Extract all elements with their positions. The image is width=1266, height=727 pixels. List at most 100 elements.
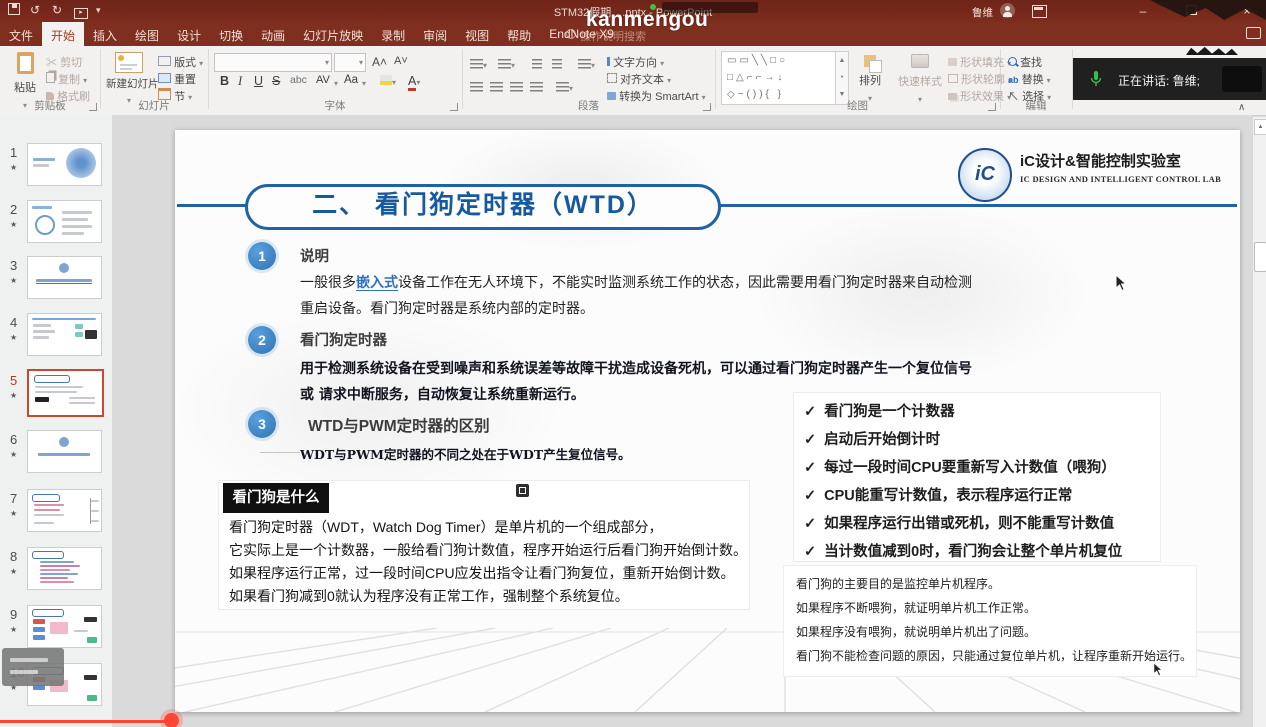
numbering-button[interactable]: ▾: [498, 55, 515, 73]
justify-button[interactable]: [530, 78, 543, 96]
slide-thumbnail-6[interactable]: [27, 430, 102, 473]
section-2-line1[interactable]: 用于检测系统设备在受到噪声和系统误差等故障干扰造成设备死机，可以通过看门狗定时器…: [300, 358, 972, 378]
line-spacing-button[interactable]: ▾: [578, 55, 595, 73]
section-3-line1[interactable]: WDT与PWM定时器的不同之处在于WDT产生复位信号。: [300, 444, 631, 463]
thumbnail-tooltip: [2, 648, 64, 686]
paragraph-dialog-launcher[interactable]: [703, 103, 711, 111]
undo-icon[interactable]: ↺: [30, 3, 40, 17]
scroll-up-button[interactable]: ▲: [1254, 119, 1266, 135]
align-right-button[interactable]: [510, 78, 523, 96]
add-remove-columns-button[interactable]: ▾: [556, 78, 573, 96]
clipboard-dialog-launcher[interactable]: [89, 103, 97, 111]
animation-star-icon: ★: [10, 333, 17, 342]
collapse-ribbon-chevron[interactable]: ∧: [1238, 102, 1245, 113]
paste-icon: [17, 52, 34, 74]
watchdog-checklist-panel[interactable]: ✓看门狗是一个计数器 ✓启动后开始倒计时 ✓每过一段时间CPU要重新写入计数值（…: [793, 392, 1161, 562]
strikethrough-button[interactable]: S: [272, 74, 280, 88]
tab-animations[interactable]: 动画: [252, 22, 294, 46]
layout-button[interactable]: 版式 ▾: [158, 54, 203, 70]
slide-thumbnail-5-selected[interactable]: [27, 369, 104, 417]
shape-outline-button[interactable]: 形状轮廓 ▾: [948, 71, 1012, 87]
section-2-title[interactable]: 看门狗定时器: [300, 329, 387, 350]
highlight-color-button[interactable]: ▾: [380, 74, 396, 88]
copy-button[interactable]: 复制 ▾: [46, 71, 87, 87]
what-is-watchdog-panel[interactable]: 看门狗是什么 看门狗定时器（WDT，Watch Dog Timer）是单片机的一…: [218, 480, 750, 610]
minimize-button[interactable]: –: [1128, 0, 1158, 22]
what-line: 看门狗定时器（WDT，Watch Dog Timer）是单片机的一个组成部分，: [229, 517, 663, 537]
bullets-button[interactable]: ▾: [470, 55, 487, 73]
arrange-icon: [864, 55, 876, 67]
slide-thumbnail-3[interactable]: [27, 256, 102, 299]
lab-name-en: IC DESIGN AND INTELLIGENT CONTROL LAB: [1020, 174, 1221, 184]
avatar[interactable]: [1000, 3, 1015, 18]
start-slideshow-icon[interactable]: ▸: [74, 3, 88, 19]
reset-button[interactable]: 重置: [158, 71, 196, 87]
comments-icon[interactable]: [1246, 27, 1261, 39]
tab-transitions[interactable]: 切换: [210, 22, 252, 46]
slide-editing-surface[interactable]: iC iC设计&智能控制实验室 IC DESIGN AND INTELLIGEN…: [175, 130, 1240, 712]
text-shadow-button[interactable]: abc: [290, 74, 307, 86]
italic-button[interactable]: I: [238, 74, 242, 89]
shapes-gallery[interactable]: ▭▭╲╲□○ □△⌐⌐→↓ ◇~()){ }: [721, 51, 840, 105]
underline-button[interactable]: U: [254, 74, 263, 88]
change-case-button[interactable]: Aa: [344, 74, 358, 86]
slide-thumbnail-1[interactable]: [27, 143, 102, 186]
slide-title[interactable]: 二、 看门狗定时器（WTD）: [245, 184, 721, 230]
tab-slideshow[interactable]: 幻灯片放映: [294, 22, 372, 46]
decrease-indent-button[interactable]: [532, 55, 542, 73]
slide-number: 8: [10, 549, 17, 564]
tab-file[interactable]: 文件: [0, 22, 42, 46]
overlay-blob: [1222, 66, 1262, 92]
text-direction-button[interactable]: 文字方向 ▾: [607, 54, 664, 70]
title-rule-right: [713, 204, 1237, 207]
font-color-button[interactable]: A▾: [408, 74, 420, 88]
video-progress-bar[interactable]: [0, 720, 176, 723]
hyperlink-embedded[interactable]: 嵌入式: [356, 274, 398, 291]
font-size-combo[interactable]: ▾: [334, 53, 366, 72]
drawing-dialog-launcher[interactable]: [988, 103, 996, 111]
save-icon[interactable]: [8, 3, 20, 18]
align-left-button[interactable]: [470, 78, 483, 96]
find-button[interactable]: 查找: [1008, 54, 1042, 70]
redo-icon[interactable]: ↻: [52, 3, 62, 17]
shrink-font-button[interactable]: A˅: [394, 55, 408, 67]
video-progress-handle[interactable]: [164, 713, 179, 727]
slide-thumbnail-9[interactable]: [27, 605, 102, 648]
shapes-gallery-scroll[interactable]: ▲•▼: [835, 51, 849, 105]
ribbon-display-options-icon[interactable]: [1032, 5, 1047, 18]
cut-button[interactable]: ✂ 剪切: [46, 54, 82, 70]
section-3-title[interactable]: WTD与PWM定时器的区别: [308, 414, 490, 436]
watchdog-purpose-panel[interactable]: 看门狗的主要目的是监控单片机程序。 如果程序不断喂狗，就证明单片机工作正常。 如…: [783, 565, 1197, 677]
align-center-button[interactable]: [490, 78, 503, 96]
section-1-title[interactable]: 说明: [300, 245, 329, 266]
tab-view[interactable]: 视图: [456, 22, 498, 46]
tab-draw[interactable]: 绘图: [126, 22, 168, 46]
grow-font-button[interactable]: A˄: [372, 55, 387, 69]
slide-thumbnail-7[interactable]: [27, 489, 102, 532]
tab-review[interactable]: 审阅: [414, 22, 456, 46]
tab-record[interactable]: 录制: [372, 22, 414, 46]
tab-design[interactable]: 设计: [168, 22, 210, 46]
bold-button[interactable]: B: [220, 74, 229, 88]
tab-insert[interactable]: 插入: [84, 22, 126, 46]
slide-thumbnail-8[interactable]: [27, 547, 102, 590]
vertical-scrollbar[interactable]: ▲: [1252, 117, 1266, 727]
section-1-line2[interactable]: 重启设备。看门狗定时器是系统内部的定时器。: [300, 298, 594, 318]
mouse-cursor: [1115, 274, 1127, 292]
replace-button[interactable]: ab 替换 ▾: [1008, 71, 1051, 87]
quick-access-more-icon[interactable]: ▾: [96, 3, 101, 17]
shape-fill-button[interactable]: 形状填充 ▾: [948, 54, 1011, 70]
slide-thumbnail-2[interactable]: [27, 200, 102, 243]
section-2-line2[interactable]: 或 请求中断服务，自动恢复让系统重新运行。: [300, 384, 585, 404]
slide-thumbnail-4[interactable]: [27, 313, 102, 356]
scrollbar-thumb[interactable]: [1254, 242, 1266, 272]
section-1-line1[interactable]: 一般很多嵌入式设备工作在无人环境下，不能实时监测系统工作的状态，因此需要用看门狗…: [300, 272, 972, 292]
font-dialog-launcher[interactable]: [450, 103, 458, 111]
tab-home[interactable]: 开始: [42, 22, 84, 46]
tab-help[interactable]: 帮助: [498, 22, 540, 46]
character-spacing-button[interactable]: AV: [316, 74, 330, 86]
font-name-combo[interactable]: ▾: [214, 53, 332, 72]
increase-indent-button[interactable]: [552, 55, 562, 73]
expand-icon[interactable]: [516, 484, 529, 497]
align-text-button[interactable]: 对齐文本 ▾: [607, 71, 671, 87]
